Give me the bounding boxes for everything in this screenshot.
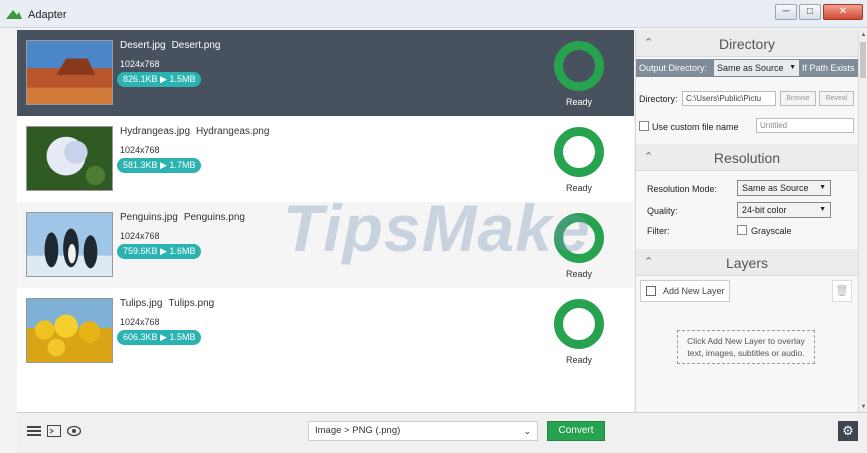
resolution-title: Resolution — [713, 150, 781, 166]
target-filename: Penguins.png — [183, 212, 245, 223]
quality-select[interactable]: 24-bit color ▼ — [737, 202, 831, 218]
gear-icon[interactable]: ⚙ — [838, 421, 858, 441]
trash-icon[interactable]: 🗑 — [832, 280, 852, 302]
chevron-down-icon: ▼ — [789, 64, 796, 71]
chevron-down-icon: ⌄ — [523, 426, 531, 436]
status-label: Ready — [565, 183, 592, 193]
reveal-button[interactable]: Reveal — [819, 91, 854, 106]
filter-label: Filter: — [647, 226, 670, 236]
file-row[interactable]: Penguins.jpg Penguins.png 1024x768 759.6K… — [17, 202, 634, 288]
file-names: Tulips.jpg Tulips.png — [120, 298, 214, 309]
layer-icon — [646, 286, 656, 296]
convert-button[interactable]: Convert — [547, 421, 605, 441]
maximize-button[interactable]: □ — [799, 4, 821, 20]
status-label: Ready — [565, 97, 592, 107]
file-resolution: 1024x768 — [120, 145, 160, 155]
target-filename: Desert.png — [171, 40, 221, 51]
eye-icon[interactable] — [67, 425, 81, 437]
status-label: Ready — [565, 269, 592, 279]
file-row[interactable]: Hydrangeas.jpg Hydrangeas.png 1024x768 58… — [17, 116, 634, 202]
directory-header[interactable]: ⌃ Directory — [636, 30, 858, 57]
preview-icon[interactable] — [47, 425, 61, 437]
resolution-mode-select[interactable]: Same as Source ▼ — [737, 180, 831, 196]
custom-name-checkbox[interactable] — [639, 121, 649, 131]
output-directory-bar: Output Directory: Same as Source ▼ If Pa… — [636, 59, 858, 77]
directory-input[interactable]: C:\Users\Public\Pictu — [682, 91, 776, 106]
bottom-bar: Image > PNG (.png) ⌄ Convert ⚙ — [17, 412, 867, 453]
source-filename: Tulips.jpg — [120, 298, 163, 309]
app-icon — [6, 10, 22, 19]
source-filename: Desert.jpg — [120, 40, 166, 51]
status-ring — [554, 41, 604, 91]
source-filename: Hydrangeas.jpg — [120, 126, 191, 137]
target-filename: Hydrangeas.png — [196, 126, 270, 137]
size-badge: 606.3KB ▶ 1.5MB — [117, 330, 202, 345]
grayscale-checkbox[interactable] — [737, 225, 747, 235]
output-directory-select[interactable]: Same as Source ▼ — [714, 60, 799, 76]
minimize-button[interactable]: ─ — [775, 4, 797, 20]
file-row[interactable]: Desert.jpg Desert.png 1024x768 826.1KB ▶ … — [17, 30, 634, 116]
output-format-value: Image > PNG (.png) — [315, 425, 401, 436]
file-names: Hydrangeas.jpg Hydrangeas.png — [120, 126, 269, 137]
settings-panel: ⌃ Directory Output Directory: Same as So… — [635, 30, 858, 412]
layers-title: Layers — [725, 255, 769, 271]
file-resolution: 1024x768 — [120, 59, 160, 69]
file-resolution: 1024x768 — [120, 317, 160, 327]
status-ring — [554, 127, 604, 177]
file-resolution: 1024x768 — [120, 231, 160, 241]
size-badge: 759.6KB ▶ 1.6MB — [117, 244, 202, 259]
directory-label: Directory: — [639, 94, 678, 104]
thumbnail-penguins — [26, 212, 113, 277]
add-layer-button[interactable]: Add New Layer — [640, 280, 730, 302]
chevron-down-icon: ▼ — [819, 206, 826, 213]
hint-line-1: Click Add New Layer to overlay — [687, 336, 805, 346]
panel-scrollbar[interactable]: ▲ ▼ — [858, 30, 867, 412]
quality-label: Quality: — [647, 206, 678, 216]
title-bar: Adapter ─ □ ✕ — [0, 0, 867, 28]
window-controls: ─ □ ✕ — [775, 4, 863, 20]
hint-line-2: text, images, subtitles or audio. — [687, 348, 805, 358]
resolution-mode-value: Same as Source — [742, 183, 809, 193]
scrollbar-thumb[interactable] — [860, 42, 866, 78]
status-ring — [554, 299, 604, 349]
scroll-up-icon[interactable]: ▲ — [859, 32, 867, 38]
list-view-icon[interactable] — [27, 425, 41, 437]
file-list: Desert.jpg Desert.png 1024x768 826.1KB ▶ … — [17, 30, 634, 412]
grayscale-label: Grayscale — [751, 226, 792, 236]
custom-name-input[interactable]: Untitled — [756, 118, 854, 133]
scroll-down-icon[interactable]: ▼ — [859, 404, 867, 410]
resolution-mode-label: Resolution Mode: — [647, 184, 718, 194]
size-badge: 826.1KB ▶ 1.5MB — [117, 72, 202, 87]
thumbnail-desert — [26, 40, 113, 105]
layers-header[interactable]: ⌃ Layers — [636, 249, 858, 276]
thumbnail-hydrangeas — [26, 126, 113, 191]
status-ring — [554, 213, 604, 263]
target-filename: Tulips.png — [168, 298, 215, 309]
output-directory-label: Output Directory: — [639, 63, 708, 73]
thumbnail-tulips — [26, 298, 113, 363]
directory-title: Directory — [718, 36, 775, 52]
status-label: Ready — [565, 355, 592, 365]
close-button[interactable]: ✕ — [823, 4, 863, 20]
size-badge: 581.3KB ▶ 1.7MB — [117, 158, 202, 173]
resolution-header[interactable]: ⌃ Resolution — [636, 144, 858, 171]
source-filename: Penguins.jpg — [120, 212, 178, 223]
output-format-select[interactable]: Image > PNG (.png) ⌄ — [308, 421, 538, 441]
chevron-down-icon: ▼ — [819, 184, 826, 191]
add-layer-label: Add New Layer — [663, 286, 725, 296]
browse-button[interactable]: Browse — [780, 91, 816, 106]
if-path-exists-label[interactable]: If Path Exists — [802, 63, 855, 73]
layers-hint: Click Add New Layer to overlay text, ima… — [677, 330, 815, 364]
quality-value: 24-bit color — [742, 205, 787, 215]
file-row[interactable]: Tulips.jpg Tulips.png 1024x768 606.3KB ▶ … — [17, 288, 634, 374]
custom-name-label: Use custom file name — [652, 122, 739, 132]
file-names: Desert.jpg Desert.png — [120, 40, 221, 51]
file-names: Penguins.jpg Penguins.png — [120, 212, 245, 223]
window-title: Adapter — [28, 9, 67, 21]
output-directory-value: Same as Source — [717, 63, 784, 73]
